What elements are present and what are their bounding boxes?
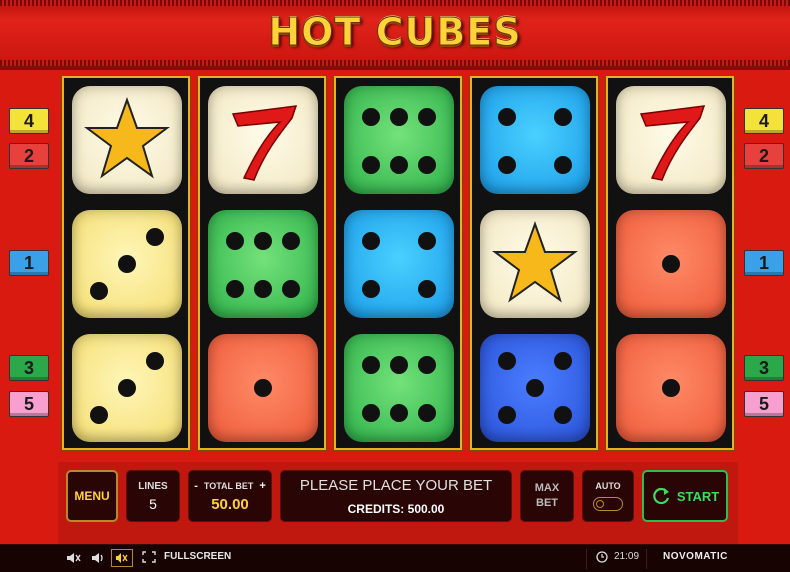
volume-icon[interactable] (91, 551, 105, 565)
total-bet-value: 50.00 (211, 495, 249, 513)
dice-six-green (208, 210, 318, 318)
star-symbol (480, 210, 590, 318)
payline-badge-4-left[interactable]: 4 (9, 108, 49, 134)
dice-four-blue (344, 210, 454, 318)
dice-one-coral (616, 210, 726, 318)
reel-5 (606, 76, 734, 450)
status-message: PLEASE PLACE YOUR BET (299, 476, 493, 494)
clock-icon (596, 551, 608, 563)
dice-one-coral (616, 334, 726, 442)
payline-badge-3-left[interactable]: 3 (9, 355, 49, 381)
payline-badge-1-left[interactable]: 1 (9, 250, 49, 276)
start-button[interactable]: START (642, 470, 728, 522)
payline-badge-3-right[interactable]: 3 (744, 355, 784, 381)
message-display: PLEASE PLACE YOUR BET CREDITS: 500.00 (280, 470, 512, 522)
dice-five-navy (480, 334, 590, 442)
payline-badge-2-right[interactable]: 2 (744, 143, 784, 169)
game-header: HOT CUBES (0, 0, 790, 70)
seven-icon (231, 105, 298, 181)
seven-icon (639, 105, 706, 181)
dice-three-yellow (72, 334, 182, 442)
dice-three-yellow (72, 210, 182, 318)
payline-badge-2-left[interactable]: 2 (9, 143, 49, 169)
switch-knob (596, 500, 604, 508)
bottom-divider (646, 549, 647, 569)
payline-badge-5-left[interactable]: 5 (9, 391, 49, 417)
auto-switch[interactable] (593, 497, 623, 511)
credits-display: CREDITS: 500.00 (347, 501, 445, 516)
star-symbol (72, 86, 182, 194)
autoplay-toggle[interactable]: AUTO (582, 470, 634, 522)
reel-3 (334, 76, 462, 450)
bet-decrease-button[interactable]: - (194, 480, 198, 492)
lines-label: LINES (138, 480, 168, 492)
payline-badge-5-right[interactable]: 5 (744, 391, 784, 417)
bet-increase-button[interactable]: + (259, 480, 265, 492)
fullscreen-icon[interactable] (142, 551, 156, 563)
lines-selector[interactable]: LINES 5 (126, 470, 180, 522)
fullscreen-button[interactable]: FULLSCREEN (164, 551, 231, 562)
dice-six-green (344, 334, 454, 442)
menu-button[interactable]: MENU (66, 470, 118, 522)
dice-one-coral (208, 334, 318, 442)
auto-label: AUTO (595, 481, 621, 491)
refresh-icon (653, 487, 669, 505)
reel-1 (62, 76, 190, 450)
bottom-bar: FULLSCREEN 21:09 NOVOMATIC (0, 544, 790, 572)
max-bet-button[interactable]: MAX BET (520, 470, 574, 522)
game-title: HOT CUBES (268, 10, 522, 55)
max-bet-label-line1: MAX (534, 482, 560, 494)
star-icon (84, 97, 170, 179)
right-payline-panel: 4 2 1 3 5 (730, 70, 790, 462)
control-bar: MENU LINES 5 - TOTAL BET + 50.00 PLEASE … (58, 462, 738, 544)
payline-badge-4-right[interactable]: 4 (744, 108, 784, 134)
reel-4 (470, 76, 598, 450)
seven-symbol (208, 86, 318, 194)
header-stripe-bottom (0, 60, 790, 66)
bottom-divider (586, 549, 587, 569)
dice-six-green (344, 86, 454, 194)
start-label: START (676, 488, 720, 504)
header-stripe-top (0, 0, 790, 6)
reel-area (58, 72, 738, 454)
dice-four-blue (480, 86, 590, 194)
payline-badge-1-right[interactable]: 1 (744, 250, 784, 276)
max-bet-label-line2: BET (536, 497, 558, 509)
brand-logo: NOVOMATIC (663, 551, 728, 562)
total-bet-selector[interactable]: - TOTAL BET + 50.00 (188, 470, 272, 522)
lines-value: 5 (149, 495, 157, 512)
clock-time: 21:09 (614, 551, 640, 562)
seven-symbol (616, 86, 726, 194)
sound-effects-icon[interactable] (66, 551, 82, 565)
mute-icon[interactable] (111, 549, 133, 567)
total-bet-label: TOTAL BET (203, 480, 254, 491)
left-payline-panel: 4 2 1 3 5 (0, 70, 60, 462)
star-icon (492, 221, 578, 303)
reel-2 (198, 76, 326, 450)
